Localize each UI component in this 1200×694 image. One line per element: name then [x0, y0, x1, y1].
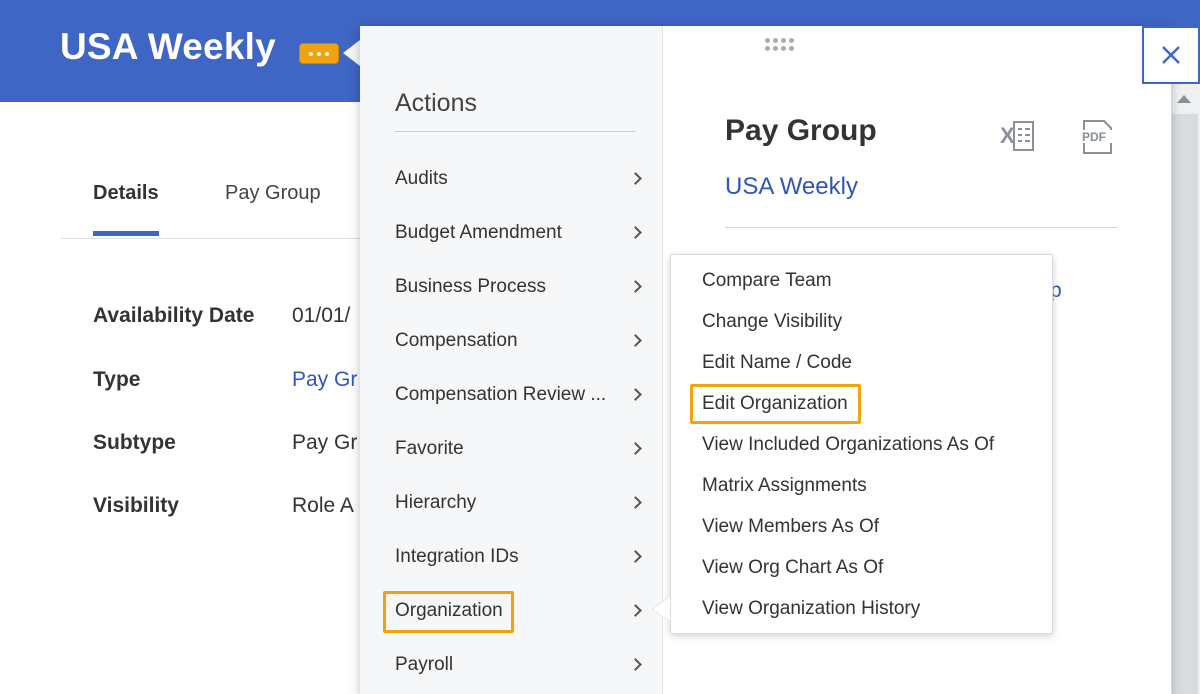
drag-handle-icon[interactable]	[765, 38, 795, 58]
action-label: Favorite	[395, 438, 464, 459]
scroll-up-arrow-icon[interactable]	[1177, 95, 1191, 103]
chevron-right-icon	[629, 334, 642, 347]
actions-panel: Actions Audits Budget Amendment Business…	[360, 26, 663, 694]
type-label: Type	[93, 368, 141, 391]
popup-pointer	[343, 40, 360, 66]
action-label: Compensation	[395, 330, 518, 351]
action-item-hierarchy[interactable]: Hierarchy	[360, 489, 663, 543]
tab-details[interactable]: Details	[93, 182, 159, 205]
action-item-compensation[interactable]: Compensation	[360, 327, 663, 381]
svg-text:X: X	[1000, 123, 1015, 148]
availability-date-value: 01/01/	[292, 304, 351, 327]
pay-group-link[interactable]: USA Weekly	[725, 173, 858, 201]
svg-text:PDF: PDF	[1082, 130, 1106, 144]
scrollbar-thumb[interactable]	[1172, 114, 1198, 694]
action-label: Budget Amendment	[395, 222, 562, 243]
subtype-label: Subtype	[93, 431, 176, 454]
action-item-payroll[interactable]: Payroll	[360, 651, 663, 694]
organization-submenu: Compare Team Change Visibility Edit Name…	[670, 254, 1053, 634]
submenu-item-view-org-chart[interactable]: View Org Chart As Of	[702, 555, 883, 581]
tab-bar: Details Pay Group	[60, 160, 360, 239]
action-item-compensation-review[interactable]: Compensation Review ...	[360, 381, 663, 435]
submenu-item-change-visibility[interactable]: Change Visibility	[702, 309, 842, 335]
submenu-item-view-included-organizations[interactable]: View Included Organizations As Of	[702, 432, 994, 458]
active-tab-indicator	[93, 231, 159, 236]
submenu-item-compare-team[interactable]: Compare Team	[702, 268, 832, 294]
submenu-item-edit-name-code[interactable]: Edit Name / Code	[702, 350, 852, 376]
chevron-right-icon	[629, 172, 642, 185]
action-label: Business Process	[395, 276, 547, 297]
action-item-budget-amendment[interactable]: Budget Amendment	[360, 219, 663, 273]
chevron-right-icon	[629, 388, 642, 401]
detail-title: Pay Group	[725, 114, 877, 147]
chevron-right-icon	[629, 658, 642, 671]
close-icon	[1162, 46, 1180, 64]
chevron-right-icon	[629, 442, 642, 455]
actions-heading: Actions	[395, 89, 477, 117]
chevron-right-icon	[629, 604, 642, 617]
chevron-right-icon	[629, 550, 642, 563]
organization-highlight	[383, 591, 514, 633]
availability-date-label: Availability Date	[93, 304, 255, 327]
action-label: Audits	[395, 168, 448, 189]
visibility-label: Visibility	[93, 494, 179, 517]
subtype-value: Pay Gr	[292, 431, 358, 454]
action-label: Integration IDs	[395, 546, 519, 567]
divider	[725, 227, 1117, 228]
ellipsis-icon	[309, 51, 313, 56]
edit-organization-highlight	[690, 384, 861, 424]
action-item-business-process[interactable]: Business Process	[360, 273, 663, 327]
action-label: Compensation Review ...	[395, 384, 607, 405]
close-button[interactable]	[1142, 26, 1200, 84]
excel-icon[interactable]: X	[1000, 119, 1036, 153]
related-actions-button[interactable]	[299, 43, 339, 64]
chevron-right-icon	[629, 496, 642, 509]
submenu-item-matrix-assignments[interactable]: Matrix Assignments	[702, 473, 867, 499]
chevron-right-icon	[629, 226, 642, 239]
submenu-pointer	[653, 597, 670, 621]
page-title: USA Weekly	[60, 26, 276, 67]
type-value-link[interactable]: Pay Gr	[292, 368, 357, 392]
visibility-value: Role A	[292, 494, 354, 517]
submenu-item-view-organization-history[interactable]: View Organization History	[702, 596, 920, 622]
pdf-icon[interactable]: PDF	[1080, 119, 1114, 155]
action-item-audits[interactable]: Audits	[360, 165, 663, 219]
action-label: Hierarchy	[395, 492, 477, 513]
tab-pay-group[interactable]: Pay Group	[225, 182, 321, 205]
action-item-favorite[interactable]: Favorite	[360, 435, 663, 489]
submenu-item-view-members[interactable]: View Members As Of	[702, 514, 879, 540]
chevron-right-icon	[629, 280, 642, 293]
action-label: Payroll	[395, 654, 454, 675]
action-item-integration-ids[interactable]: Integration IDs	[360, 543, 663, 597]
divider	[395, 131, 636, 132]
